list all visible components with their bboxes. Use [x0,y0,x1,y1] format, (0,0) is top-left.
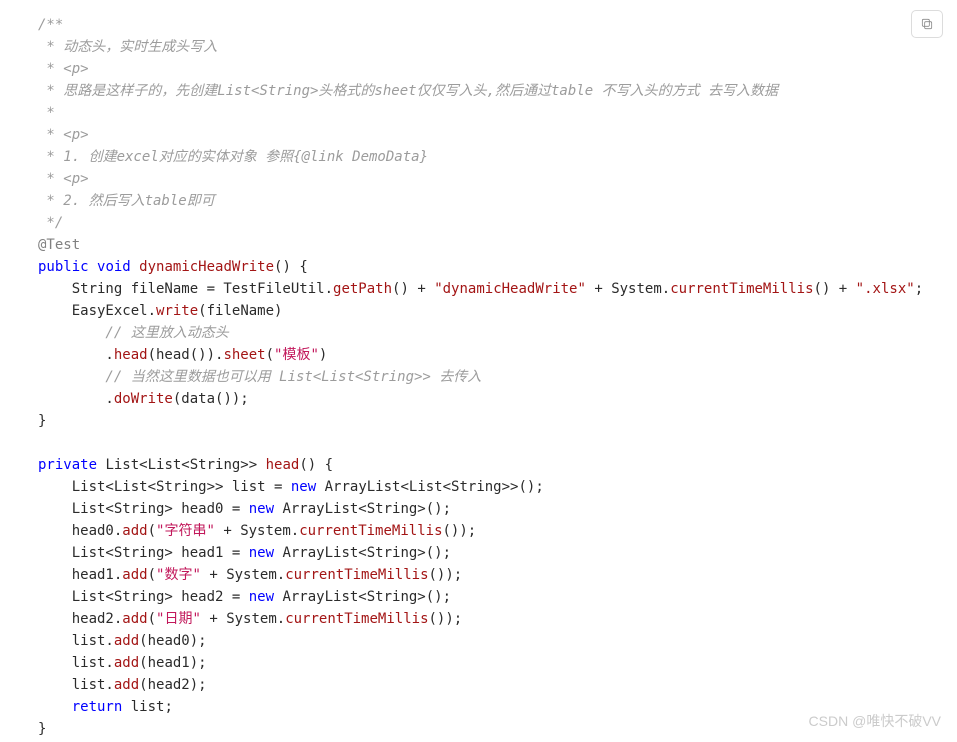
close: ()); [429,611,463,627]
plus: + [201,567,226,583]
code-block: /** * 动态头，实时生成头写入 * <p> * 思路是这样子的，先创建Lis… [0,0,957,740]
type: ArrayList<String>(); [274,501,451,517]
method-call: add [122,523,147,539]
kw-public: public [38,259,89,275]
kw-new: new [291,479,316,495]
args: (head2); [139,677,206,693]
string-literal: "模板" [274,347,319,363]
plus: + [830,281,855,297]
dot-indent: . [38,391,114,407]
method-call: add [114,633,139,649]
code-text: head2. [38,611,122,627]
code-text: System. [611,281,670,297]
code-text: System. [226,611,285,627]
javadoc-line: * [38,105,55,121]
method-name: head [266,457,300,473]
plus: + [586,281,611,297]
code-text: List<String> head1 = [38,545,249,561]
code-text: String fileName = TestFileUtil. [38,281,333,297]
javadoc-line: */ [38,215,63,231]
plus: + [215,523,240,539]
method-call: add [122,567,147,583]
kw-new: new [249,501,274,517]
method-call: currentTimeMillis [299,523,442,539]
code-text: List<List<String>> list = [38,479,291,495]
code-text: List<String> head0 = [38,501,249,517]
args: (data()); [173,391,249,407]
method-call: doWrite [114,391,173,407]
ret-expr: list; [122,699,173,715]
args: (fileName) [198,303,282,319]
args: (head()). [148,347,224,363]
sig-tail: () { [299,457,333,473]
method-call: currentTimeMillis [285,567,428,583]
plus: + [409,281,434,297]
method-call: currentTimeMillis [670,281,813,297]
plus: + [201,611,226,627]
kw-return: return [72,699,123,715]
method-call: write [156,303,198,319]
javadoc-line: * <p> [38,61,89,77]
javadoc-line: * 1. 创建excel对应的实体对象 参照{@link DemoData} [38,149,428,165]
javadoc-line: * <p> [38,127,89,143]
kw-new: new [249,589,274,605]
string-literal: "字符串" [156,523,215,539]
code-text: head0. [38,523,122,539]
code-text: System. [226,567,285,583]
method-call: currentTimeMillis [285,611,428,627]
close: ()); [429,567,463,583]
close-brace: } [38,413,46,429]
javadoc-line: * 2. 然后写入table即可 [38,193,215,209]
javadoc-line: * 动态头，实时生成头写入 [38,39,217,55]
javadoc-line: * <p> [38,171,89,187]
string-literal: "dynamicHeadWrite" [434,281,586,297]
method-name: dynamicHeadWrite [139,259,274,275]
copy-icon [920,17,934,31]
string-literal: "数字" [156,567,201,583]
code-text: list. [38,633,114,649]
kw-private: private [38,457,97,473]
close-brace: } [38,721,46,737]
method-call: add [114,677,139,693]
method-call: add [114,655,139,671]
type: ArrayList<String>(); [274,589,451,605]
type: ArrayList<String>(); [274,545,451,561]
type: ArrayList<List<String>>(); [316,479,544,495]
code-text: list. [38,655,114,671]
method-call: sheet [223,347,265,363]
dot-indent: . [38,347,114,363]
copy-button[interactable] [911,10,943,38]
close: ()); [443,523,477,539]
annotation-test: @Test [38,237,80,253]
args: (head1); [139,655,206,671]
method-call: getPath [333,281,392,297]
string-literal: ".xlsx" [856,281,915,297]
method-call: head [114,347,148,363]
string-literal: "日期" [156,611,201,627]
comment-line: // 当然这里数据也可以用 List<List<String>> 去传入 [38,369,481,385]
javadoc-line: * 思路是这样子的，先创建List<String>头格式的sheet仅仅写入头,… [38,83,778,99]
comment-line: // 这里放入动态头 [38,325,229,341]
code-text: head1. [38,567,122,583]
code-text: System. [240,523,299,539]
return-type: List<List<String>> [97,457,266,473]
method-call: add [122,611,147,627]
open-paren: ( [148,523,156,539]
open-paren: ( [148,611,156,627]
open-paren: ( [148,567,156,583]
code-text: List<String> head2 = [38,589,249,605]
javadoc-line: /** [38,17,63,33]
kw-void: void [97,259,131,275]
code-text: EasyExcel. [38,303,156,319]
code-text: list. [38,677,114,693]
args: (head0); [139,633,206,649]
kw-new: new [249,545,274,561]
